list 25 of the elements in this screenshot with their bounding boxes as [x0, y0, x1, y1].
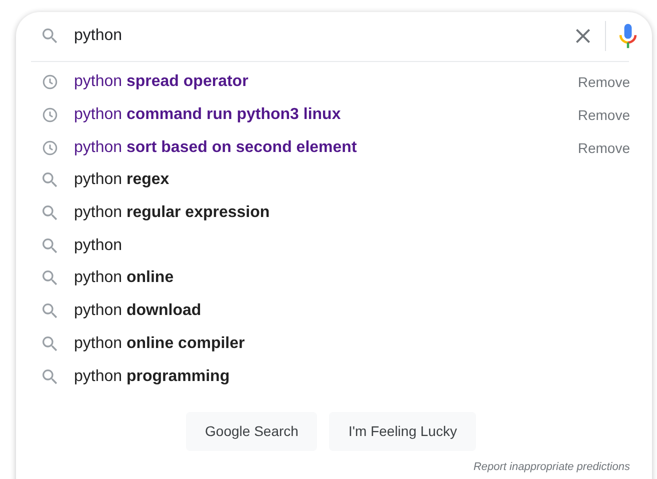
- suggestion-item[interactable]: python spread operator: [74, 73, 578, 92]
- suggestion-item[interactable]: python programming: [74, 368, 630, 386]
- search-icon: [40, 334, 60, 354]
- search-icon: [40, 236, 60, 256]
- clock-icon: [40, 106, 60, 124]
- microphone-icon[interactable]: [618, 23, 638, 49]
- search-input[interactable]: python: [74, 27, 571, 45]
- suggestion-item[interactable]: python: [74, 236, 630, 255]
- search-button[interactable]: Google Search: [186, 412, 318, 451]
- remove-link[interactable]: Remove: [578, 74, 630, 90]
- search-icon: [40, 366, 60, 387]
- report-link[interactable]: Report inappropriate predictions: [473, 460, 630, 473]
- clock-icon: [40, 73, 60, 92]
- clock-icon: [40, 138, 60, 157]
- remove-link[interactable]: Remove: [578, 107, 630, 124]
- suggestion-item[interactable]: python regex: [74, 171, 630, 190]
- suggestion-item[interactable]: python online compiler: [74, 334, 630, 353]
- suggestion-item[interactable]: python sort based on second element: [74, 138, 578, 157]
- remove-link[interactable]: Remove: [578, 140, 630, 156]
- suggestion-item[interactable]: python download: [74, 302, 630, 320]
- suggestion-item[interactable]: python regular expression: [74, 204, 630, 222]
- search-button[interactable]: I'm Feeling Lucky: [329, 412, 476, 451]
- suggestion-item[interactable]: python online: [74, 269, 630, 288]
- suggestion-item[interactable]: python command run python3 linux: [74, 106, 578, 124]
- search-icon: [40, 26, 60, 46]
